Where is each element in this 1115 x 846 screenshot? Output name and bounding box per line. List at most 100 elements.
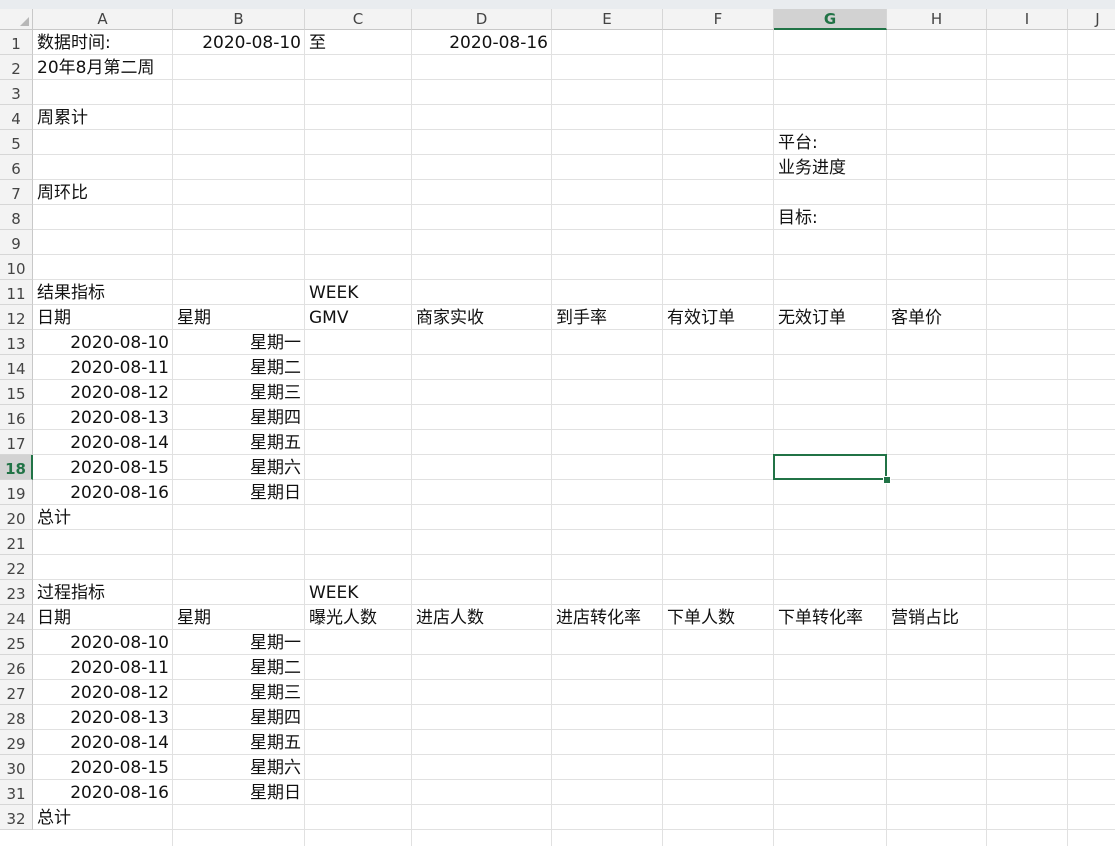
cell-C12[interactable]: GMV [305, 306, 412, 331]
row-header-26[interactable]: 26 [0, 655, 33, 680]
cell-B29[interactable]: 星期五 [173, 731, 305, 756]
cell-G24[interactable]: 下单转化率 [774, 606, 887, 631]
cell-G12[interactable]: 无效订单 [774, 306, 887, 331]
cell-A24[interactable]: 日期 [33, 606, 173, 631]
row-header-32[interactable]: 32 [0, 805, 33, 830]
cell-A23[interactable]: 过程指标 [33, 581, 173, 606]
row-header-8[interactable]: 8 [0, 205, 33, 230]
row-header-4[interactable]: 4 [0, 105, 33, 130]
cell-B18[interactable]: 星期六 [173, 456, 305, 481]
cell-C23[interactable]: WEEK [305, 581, 412, 606]
row-header-2[interactable]: 2 [0, 55, 33, 80]
cell-B17[interactable]: 星期五 [173, 431, 305, 456]
row-header-29[interactable]: 29 [0, 730, 33, 755]
cell-C1[interactable]: 至 [305, 31, 412, 56]
cell-E12[interactable]: 到手率 [552, 306, 663, 331]
row-header-23[interactable]: 23 [0, 580, 33, 605]
cell-A2[interactable]: 20年8月第二周 [33, 56, 173, 81]
row-header-6[interactable]: 6 [0, 155, 33, 180]
cell-A30[interactable]: 2020-08-15 [33, 756, 173, 781]
cell-F12[interactable]: 有效订单 [663, 306, 774, 331]
cell-B26[interactable]: 星期二 [173, 656, 305, 681]
cell-A11[interactable]: 结果指标 [33, 281, 173, 306]
row-header-7[interactable]: 7 [0, 180, 33, 205]
column-header-C[interactable]: C [305, 9, 412, 30]
cell-F24[interactable]: 下单人数 [663, 606, 774, 631]
cell-A26[interactable]: 2020-08-11 [33, 656, 173, 681]
column-header-E[interactable]: E [552, 9, 663, 30]
row-header-16[interactable]: 16 [0, 405, 33, 430]
row-header-24[interactable]: 24 [0, 605, 33, 630]
column-header-G[interactable]: G [774, 9, 887, 30]
cell-B16[interactable]: 星期四 [173, 406, 305, 431]
cell-B30[interactable]: 星期六 [173, 756, 305, 781]
row-header-11[interactable]: 11 [0, 280, 33, 305]
cell-B19[interactable]: 星期日 [173, 481, 305, 506]
cell-G6[interactable]: 业务进度 [774, 156, 887, 181]
cell-H12[interactable]: 客单价 [887, 306, 987, 331]
cell-B12[interactable]: 星期 [173, 306, 305, 331]
fill-handle[interactable] [883, 476, 891, 484]
row-header-30[interactable]: 30 [0, 755, 33, 780]
cell-D1[interactable]: 2020-08-16 [412, 31, 552, 56]
cell-E24[interactable]: 进店转化率 [552, 606, 663, 631]
row-header-28[interactable]: 28 [0, 705, 33, 730]
column-header-H[interactable]: H [887, 9, 987, 30]
cell-A20[interactable]: 总计 [33, 506, 173, 531]
row-header-31[interactable]: 31 [0, 780, 33, 805]
row-header-3[interactable]: 3 [0, 80, 33, 105]
cell-D24[interactable]: 进店人数 [412, 606, 552, 631]
cell-A16[interactable]: 2020-08-13 [33, 406, 173, 431]
cell-A17[interactable]: 2020-08-14 [33, 431, 173, 456]
cell-A31[interactable]: 2020-08-16 [33, 781, 173, 806]
cell-B14[interactable]: 星期二 [173, 356, 305, 381]
cell-B27[interactable]: 星期三 [173, 681, 305, 706]
cell-A14[interactable]: 2020-08-11 [33, 356, 173, 381]
cell-A15[interactable]: 2020-08-12 [33, 381, 173, 406]
cell-H24[interactable]: 营销占比 [887, 606, 987, 631]
select-all-corner[interactable] [0, 9, 33, 30]
row-header-15[interactable]: 15 [0, 380, 33, 405]
column-header-B[interactable]: B [173, 9, 305, 30]
cell-A7[interactable]: 周环比 [33, 181, 173, 206]
cell-D12[interactable]: 商家实收 [412, 306, 552, 331]
cell-A12[interactable]: 日期 [33, 306, 173, 331]
row-header-18[interactable]: 18 [0, 455, 33, 480]
row-header-19[interactable]: 19 [0, 480, 33, 505]
cell-A13[interactable]: 2020-08-10 [33, 331, 173, 356]
cell-G8[interactable]: 目标: [774, 206, 887, 231]
cell-A32[interactable]: 总计 [33, 806, 173, 831]
column-header-A[interactable]: A [33, 9, 173, 30]
cell-B24[interactable]: 星期 [173, 606, 305, 631]
cell-A27[interactable]: 2020-08-12 [33, 681, 173, 706]
active-cell-selection[interactable] [773, 454, 887, 480]
row-header-12[interactable]: 12 [0, 305, 33, 330]
row-header-1[interactable]: 1 [0, 30, 33, 55]
cell-B31[interactable]: 星期日 [173, 781, 305, 806]
row-header-13[interactable]: 13 [0, 330, 33, 355]
row-header-5[interactable]: 5 [0, 130, 33, 155]
row-header-9[interactable]: 9 [0, 230, 33, 255]
row-header-27[interactable]: 27 [0, 680, 33, 705]
cell-B25[interactable]: 星期一 [173, 631, 305, 656]
row-header-22[interactable]: 22 [0, 555, 33, 580]
row-header-20[interactable]: 20 [0, 505, 33, 530]
cell-A4[interactable]: 周累计 [33, 106, 173, 131]
cell-C11[interactable]: WEEK [305, 281, 412, 306]
row-header-14[interactable]: 14 [0, 355, 33, 380]
column-header-D[interactable]: D [412, 9, 552, 30]
cell-G5[interactable]: 平台: [774, 131, 887, 156]
column-header-F[interactable]: F [663, 9, 774, 30]
row-header-17[interactable]: 17 [0, 430, 33, 455]
row-header-10[interactable]: 10 [0, 255, 33, 280]
column-header-J[interactable]: J [1068, 9, 1115, 30]
cell-A18[interactable]: 2020-08-15 [33, 456, 173, 481]
cell-A1[interactable]: 数据时间: [33, 31, 173, 56]
cell-B13[interactable]: 星期一 [173, 331, 305, 356]
cell-B1[interactable]: 2020-08-10 [173, 31, 305, 56]
cell-C24[interactable]: 曝光人数 [305, 606, 412, 631]
cell-B15[interactable]: 星期三 [173, 381, 305, 406]
cell-A19[interactable]: 2020-08-16 [33, 481, 173, 506]
cell-A29[interactable]: 2020-08-14 [33, 731, 173, 756]
cell-B28[interactable]: 星期四 [173, 706, 305, 731]
